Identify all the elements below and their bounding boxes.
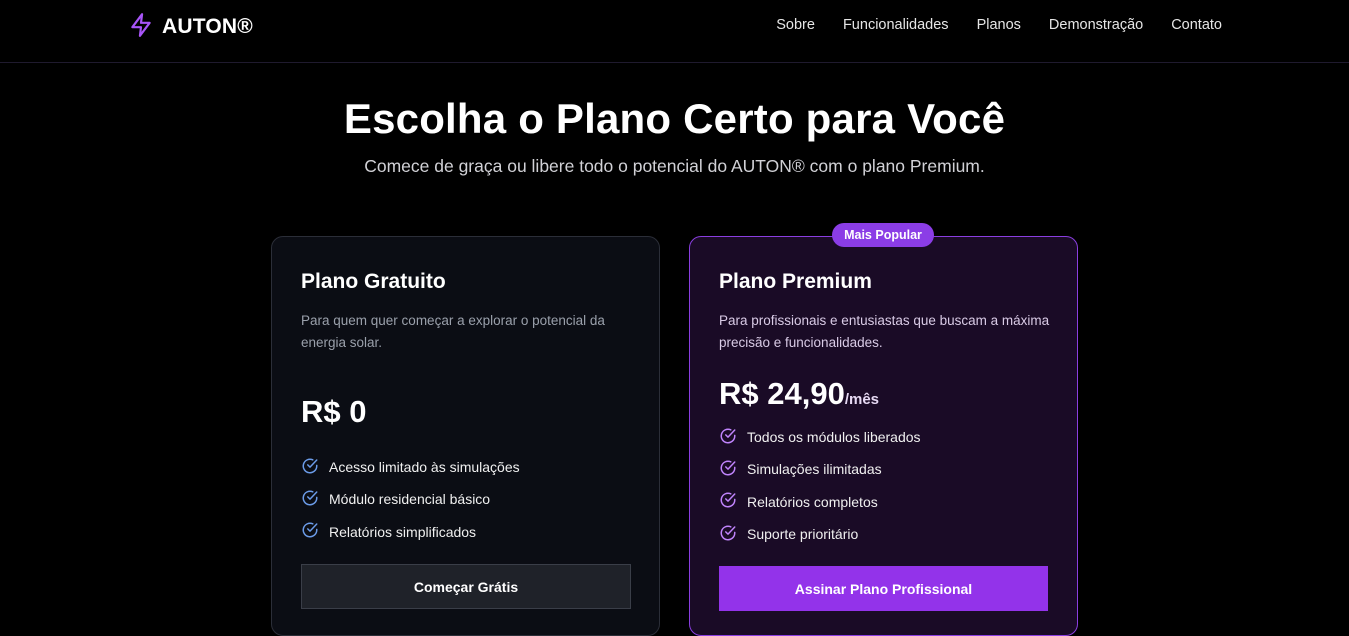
nav-link-funcionalidades[interactable]: Funcionalidades bbox=[843, 17, 949, 33]
feature-item: Suporte prioritário bbox=[719, 518, 921, 550]
feature-item: Acesso limitado às simulações bbox=[301, 451, 520, 483]
nav-link-planos[interactable]: Planos bbox=[977, 17, 1021, 33]
nav-link-sobre[interactable]: Sobre bbox=[776, 17, 815, 33]
free-plan-price: R$ 0 bbox=[301, 394, 366, 430]
nav-link-demonstracao[interactable]: Demonstração bbox=[1049, 17, 1143, 33]
most-popular-badge: Mais Popular bbox=[832, 223, 934, 247]
page-subtitle: Comece de graça ou libere todo o potenci… bbox=[364, 156, 985, 176]
free-plan-card: Plano Gratuito Para quem quer começar a … bbox=[271, 236, 660, 636]
page-title: Escolha o Plano Certo para Você bbox=[343, 95, 1006, 142]
lightning-bolt-icon bbox=[128, 11, 154, 44]
feature-item: Módulo residencial básico bbox=[301, 483, 520, 515]
free-plan-title: Plano Gratuito bbox=[301, 270, 446, 293]
premium-plan-features: Todos os módulos liberados Simulações il… bbox=[719, 421, 921, 550]
check-circle-icon bbox=[719, 491, 737, 512]
premium-plan-card: Plano Premium Para profissionais e entus… bbox=[689, 236, 1078, 636]
check-circle-icon bbox=[301, 521, 319, 542]
feature-item: Relatórios completos bbox=[719, 486, 921, 518]
feature-label: Suporte prioritário bbox=[747, 526, 859, 543]
premium-plan-price: R$ 24,90/mês bbox=[719, 376, 879, 412]
top-navbar: AUTON® Sobre Funcionalidades Planos Demo… bbox=[0, 0, 1349, 63]
check-circle-icon bbox=[301, 457, 319, 478]
nav-links: Sobre Funcionalidades Planos Demonstraçã… bbox=[776, 17, 1222, 33]
premium-plan-title: Plano Premium bbox=[719, 270, 872, 293]
feature-item: Simulações ilimitadas bbox=[719, 453, 921, 485]
check-circle-icon bbox=[301, 489, 319, 510]
free-plan-description: Para quem quer começar a explorar o pote… bbox=[301, 313, 605, 350]
brand-name: AUTON® bbox=[162, 15, 253, 38]
nav-link-contato[interactable]: Contato bbox=[1171, 17, 1222, 33]
free-plan-price-value: R$ 0 bbox=[301, 394, 367, 429]
subscribe-premium-button[interactable]: Assinar Plano Profissional bbox=[719, 566, 1048, 611]
premium-plan-price-value: R$ 24,90 bbox=[719, 376, 845, 411]
feature-label: Relatórios completos bbox=[747, 493, 878, 510]
feature-label: Simulações ilimitadas bbox=[747, 461, 882, 478]
check-circle-icon bbox=[719, 459, 737, 480]
premium-plan-description: Para profissionais e entusiastas que bus… bbox=[719, 313, 1050, 350]
premium-plan-period: /mês bbox=[844, 391, 880, 408]
feature-item: Relatórios simplificados bbox=[301, 516, 520, 548]
free-plan-features: Acesso limitado às simulações Módulo res… bbox=[301, 451, 520, 548]
feature-label: Relatórios simplificados bbox=[329, 523, 477, 540]
feature-label: Acesso limitado às simulações bbox=[329, 459, 520, 476]
start-free-button[interactable]: Começar Grátis bbox=[301, 564, 631, 609]
feature-item: Todos os módulos liberados bbox=[719, 421, 921, 453]
brand-logo[interactable]: AUTON® bbox=[128, 11, 253, 44]
check-circle-icon bbox=[719, 427, 737, 448]
check-circle-icon bbox=[719, 524, 737, 545]
feature-label: Todos os módulos liberados bbox=[747, 429, 921, 446]
feature-label: Módulo residencial básico bbox=[329, 491, 491, 508]
